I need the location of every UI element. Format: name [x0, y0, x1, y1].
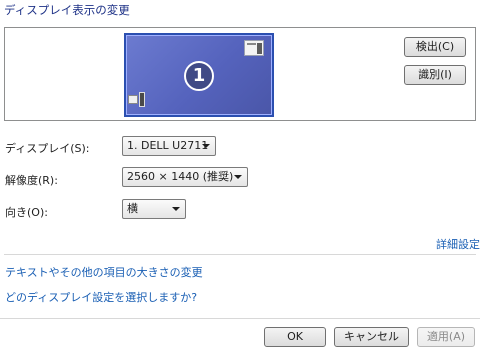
identify-button[interactable]: 識別(I) [404, 65, 466, 85]
resolution-label: 解像度(R): [5, 174, 58, 187]
orientation-select-value: 横 [127, 202, 138, 215]
orientation-label: 向き(O): [5, 206, 48, 219]
divider [4, 254, 476, 255]
orientation-select[interactable]: 横 [122, 199, 186, 219]
detect-button[interactable]: 検出(C) [404, 37, 466, 57]
cancel-button[interactable]: キャンセル [334, 327, 409, 347]
advanced-settings-link[interactable]: 詳細設定 [436, 236, 480, 252]
divider [0, 318, 480, 319]
chevron-down-icon [172, 207, 180, 211]
monitor-number-badge: 1 [184, 61, 214, 91]
apply-button[interactable]: 適用(A) [417, 327, 475, 347]
page-title: ディスプレイ表示の変更 [4, 3, 130, 17]
display-select-value: 1. DELL U2711 [127, 139, 209, 152]
ok-button[interactable]: OK [264, 327, 326, 347]
window-thumbnail-icon [244, 40, 264, 56]
computer-icon [127, 89, 147, 109]
chevron-down-icon [234, 175, 242, 179]
resolution-select[interactable]: 2560 × 1440 (推奨) [122, 167, 248, 187]
text-size-link[interactable]: テキストやその他の項目の大きさの変更 [5, 264, 203, 280]
resolution-select-value: 2560 × 1440 (推奨) [127, 170, 234, 183]
chevron-down-icon [202, 144, 210, 148]
display-select[interactable]: 1. DELL U2711 [122, 136, 216, 156]
which-display-settings-link[interactable]: どのディスプレイ設定を選択しますか? [5, 289, 197, 305]
display-label: ディスプレイ(S): [5, 142, 90, 155]
